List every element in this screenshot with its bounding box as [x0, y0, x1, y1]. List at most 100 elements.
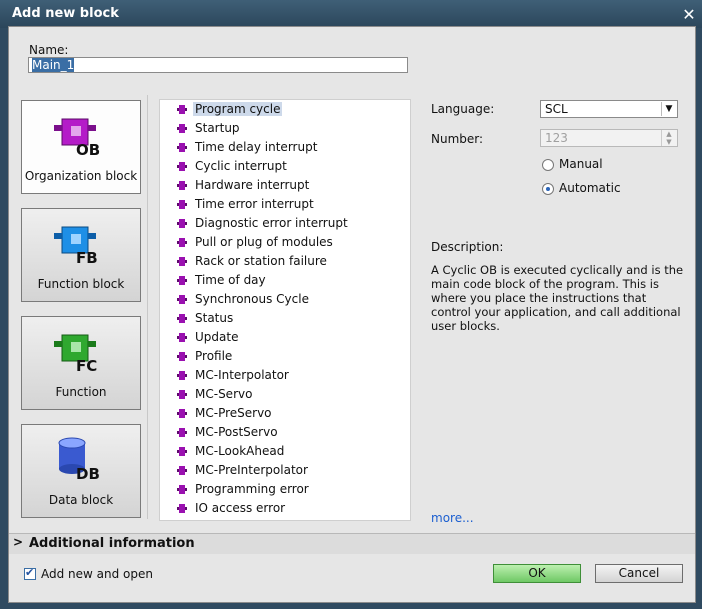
ob-type-item[interactable]: Pull or plug of modules: [160, 233, 410, 252]
ob-type-item[interactable]: MC-PreServo: [160, 404, 410, 423]
function-block-label: Function block: [37, 277, 125, 291]
manual-radio[interactable]: [542, 159, 554, 171]
ob-small-icon: [177, 504, 187, 513]
ob-small-icon: [177, 162, 187, 171]
ob-type-item[interactable]: IO access error: [160, 499, 410, 518]
ob-type-label: Cyclic interrupt: [195, 159, 287, 173]
language-label: Language:: [431, 102, 495, 116]
ob-small-icon: [177, 276, 187, 285]
additional-information-bar[interactable]: > Additional information: [9, 533, 695, 555]
ob-type-list: Program cycle Startup Time delay interrupt…: [159, 99, 411, 521]
ob-type-label: Time of day: [195, 273, 266, 287]
ob-type-label: IO access error: [195, 501, 286, 515]
add-new-and-open-label: Add new and open: [41, 567, 154, 581]
ob-type-label: MC-PostServo: [195, 425, 278, 439]
automatic-radio[interactable]: [542, 183, 554, 195]
ob-type-item[interactable]: Time of day: [160, 271, 410, 290]
number-field[interactable]: 123 ▲ ▼: [540, 129, 678, 147]
ob-type-item[interactable]: Status: [160, 309, 410, 328]
ob-type-label: MC-LookAhead: [195, 444, 285, 458]
ob-type-item[interactable]: Profile: [160, 347, 410, 366]
ob-type-label: MC-PreInterpolator: [195, 463, 308, 477]
description-text: A Cyclic OB is executed cyclically and i…: [431, 263, 684, 333]
close-icon[interactable]: ✕: [680, 6, 698, 24]
chevron-down-icon[interactable]: ▼: [661, 102, 676, 116]
function-label: Function: [55, 385, 107, 399]
ob-type-item[interactable]: MC-PreInterpolator: [160, 461, 410, 480]
ob-small-icon: [177, 219, 187, 228]
ob-type-label: Time delay interrupt: [195, 140, 318, 154]
ob-small-icon: [177, 143, 187, 152]
ob-small-icon: [177, 295, 187, 304]
title-bar: Add new block ✕: [0, 0, 702, 28]
ob-type-label: Programming error: [195, 482, 309, 496]
function-block-button[interactable]: FB Function block: [21, 208, 141, 302]
language-select[interactable]: SCL ▼: [540, 100, 678, 118]
description-label: Description:: [431, 240, 504, 254]
ob-type-label: Hardware interrupt: [195, 178, 310, 192]
db-cylinder-icon: DB: [58, 437, 100, 481]
cancel-button[interactable]: Cancel: [595, 564, 683, 583]
ob-type-item[interactable]: Update: [160, 328, 410, 347]
fb-block-icon: FB: [54, 226, 98, 265]
ob-type-item[interactable]: MC-LookAhead: [160, 442, 410, 461]
ob-type-label: Status: [195, 311, 234, 325]
ob-small-icon: [177, 181, 187, 190]
ob-type-item[interactable]: Startup: [160, 119, 410, 138]
number-spinner-icon[interactable]: ▲ ▼: [661, 130, 676, 146]
ob-type-item[interactable]: Time delay interrupt: [160, 138, 410, 157]
ob-block-icon: OB: [54, 118, 100, 157]
ob-small-icon: [177, 238, 187, 247]
ob-type-item[interactable]: MC-PostServo: [160, 423, 410, 442]
name-label: Name:: [29, 43, 69, 57]
ob-type-item[interactable]: MC-Servo: [160, 385, 410, 404]
ob-small-icon: [177, 352, 187, 361]
dialog-body: Name: Main_1 OB Organization block FB Fu…: [8, 26, 696, 603]
number-value: 123: [545, 131, 568, 145]
organization-block-button[interactable]: OB Organization block: [21, 100, 141, 194]
ok-button[interactable]: OK: [493, 564, 581, 583]
chevron-right-icon[interactable]: >: [13, 535, 23, 549]
name-input[interactable]: Main_1: [28, 57, 408, 73]
ob-type-label: Synchronous Cycle: [195, 292, 309, 306]
automatic-label: Automatic: [559, 181, 621, 195]
fb-code: FB: [76, 249, 98, 265]
ob-type-item[interactable]: Program cycle: [160, 100, 410, 119]
ob-type-label: MC-PreServo: [195, 406, 272, 420]
ob-small-icon: [177, 314, 187, 323]
ob-type-item[interactable]: Cyclic interrupt: [160, 157, 410, 176]
ob-type-label: MC-Servo: [195, 387, 253, 401]
more-link[interactable]: more...: [431, 511, 474, 525]
number-label: Number:: [431, 132, 484, 146]
ob-small-icon: [177, 428, 187, 437]
ob-type-label: Time error interrupt: [195, 197, 314, 211]
ob-small-icon: [177, 409, 187, 418]
ob-type-label: Update: [195, 330, 239, 344]
ob-small-icon: [177, 200, 187, 209]
ob-type-item[interactable]: Diagnostic error interrupt: [160, 214, 410, 233]
ob-type-item[interactable]: Time error interrupt: [160, 195, 410, 214]
db-code: DB: [76, 465, 100, 481]
ob-type-label: Program cycle: [193, 102, 283, 116]
ob-type-item[interactable]: MC-Interpolator: [160, 366, 410, 385]
ob-small-icon: [177, 333, 187, 342]
ob-small-icon: [177, 371, 187, 380]
ob-small-icon: [177, 124, 187, 133]
add-new-and-open-checkbox[interactable]: [24, 566, 36, 580]
manual-label: Manual: [559, 157, 603, 171]
ob-type-item[interactable]: Hardware interrupt: [160, 176, 410, 195]
ob-small-icon: [177, 485, 187, 494]
ob-type-label: MC-Interpolator: [195, 368, 289, 382]
ob-type-label: Diagnostic error interrupt: [195, 216, 348, 230]
language-value: SCL: [545, 102, 568, 116]
ob-type-item[interactable]: Rack or station failure: [160, 252, 410, 271]
ob-small-icon: [177, 105, 187, 114]
ob-type-item[interactable]: Programming error: [160, 480, 410, 499]
data-block-label: Data block: [48, 493, 114, 507]
block-type-panel: OB Organization block FB Function block: [9, 95, 148, 519]
ob-type-item[interactable]: Synchronous Cycle: [160, 290, 410, 309]
data-block-button[interactable]: DB Data block: [21, 424, 141, 518]
dialog-footer: Add new and open OK Cancel: [9, 554, 695, 602]
function-button[interactable]: FC Function: [21, 316, 141, 410]
ob-type-label: Startup: [195, 121, 240, 135]
